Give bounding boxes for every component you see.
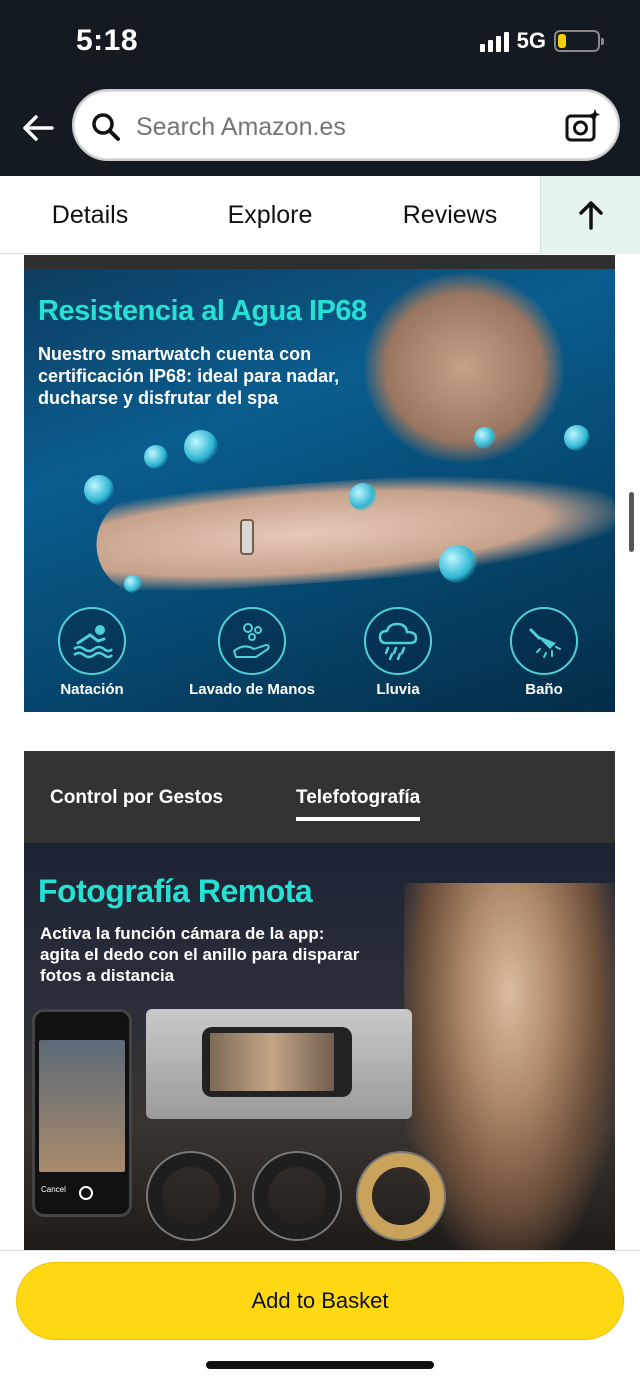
feature-bath: Baño (474, 607, 614, 698)
bubble (184, 430, 218, 464)
status-indicators: 5G (479, 28, 604, 54)
tab-explore[interactable]: Explore (180, 176, 360, 254)
image-title: Fotografía Remota (38, 873, 313, 909)
feature-hand-wash: Lavado de Manos (182, 607, 322, 698)
image-title: Resistencia al Agua IP68 (38, 295, 367, 327)
image-description: Nuestro smartwatch cuenta con certificac… (38, 344, 340, 408)
top-header: 5:18 5G (0, 0, 640, 176)
signal-icon (479, 30, 509, 52)
tab-gesture-control[interactable]: Control por Gestos (50, 787, 223, 809)
mounted-phone-screen (210, 1033, 334, 1091)
smart-ring-gold (358, 1153, 444, 1239)
home-indicator[interactable] (206, 1361, 434, 1369)
tab-reviews[interactable]: Reviews (360, 176, 540, 254)
product-image-remote-photo[interactable]: Control por Gestos Telefotografía Cancel… (24, 751, 615, 1250)
phone-mockup: Cancel (32, 1009, 132, 1217)
product-gallery: Resistencia al Agua IP68 Nuestro smartwa… (0, 255, 640, 1250)
phone-cancel-label: Cancel (41, 1185, 66, 1194)
product-image-water-resistance[interactable]: Resistencia al Agua IP68 Nuestro smartwa… (24, 255, 615, 712)
bubble (84, 475, 114, 505)
feature-label: Lluvia (376, 681, 420, 698)
rain-cloud-icon (364, 607, 432, 675)
smart-ring (240, 519, 254, 555)
phone-screen (39, 1040, 125, 1172)
search-bar[interactable] (72, 89, 620, 161)
camera-search-icon[interactable] (564, 107, 602, 145)
tab-telephotography[interactable]: Telefotografía (296, 787, 421, 821)
feature-label: Lavado de Manos (189, 681, 315, 698)
bubble (124, 575, 142, 593)
shutter-icon (79, 1186, 93, 1200)
section-tabs: Details Explore Reviews (0, 176, 640, 254)
feature-label: Baño (525, 681, 563, 698)
image-description: Activa la función cámara de la app: agit… (40, 924, 360, 985)
shower-icon (510, 607, 578, 675)
scroll-to-top-button[interactable] (540, 176, 640, 254)
add-to-basket-button[interactable]: Add to Basket (16, 1262, 624, 1340)
bubble (349, 483, 377, 511)
image-top-strip (24, 255, 615, 269)
smart-ring-black (148, 1153, 234, 1239)
swimmer-figure (364, 273, 564, 463)
swimmer-icon (58, 607, 126, 675)
bubble (144, 445, 168, 469)
scrollbar[interactable] (629, 492, 634, 552)
image-feature-tabs: Control por Gestos Telefotografía (24, 751, 615, 843)
arrow-up-icon (578, 201, 603, 230)
smart-ring-black (254, 1153, 340, 1239)
phone-mount-photo (146, 1009, 412, 1119)
remote-photo-illustration: Cancel Fotografía Remota Activa la funci… (24, 843, 615, 1250)
bubble (564, 425, 590, 451)
mounted-phone (202, 1027, 352, 1097)
feature-icons-row: Natación Lavado de Manos Lluvia Baño (24, 607, 615, 707)
feature-label: Natación (60, 681, 124, 698)
battery-icon (554, 30, 604, 52)
bubble (439, 545, 477, 583)
feature-rain: Lluvia (328, 607, 468, 698)
network-type: 5G (516, 28, 546, 53)
bottom-action-bar: Add to Basket (0, 1250, 640, 1384)
bubble (474, 427, 496, 449)
status-time: 5:18 (76, 24, 139, 57)
feature-swimming: Natación (24, 607, 162, 698)
tab-details[interactable]: Details (0, 176, 180, 254)
search-input[interactable] (136, 113, 536, 142)
search-icon (90, 111, 122, 143)
swimmer-arm (93, 461, 615, 599)
hand-wash-icon (218, 607, 286, 675)
back-arrow-icon[interactable] (18, 108, 58, 148)
